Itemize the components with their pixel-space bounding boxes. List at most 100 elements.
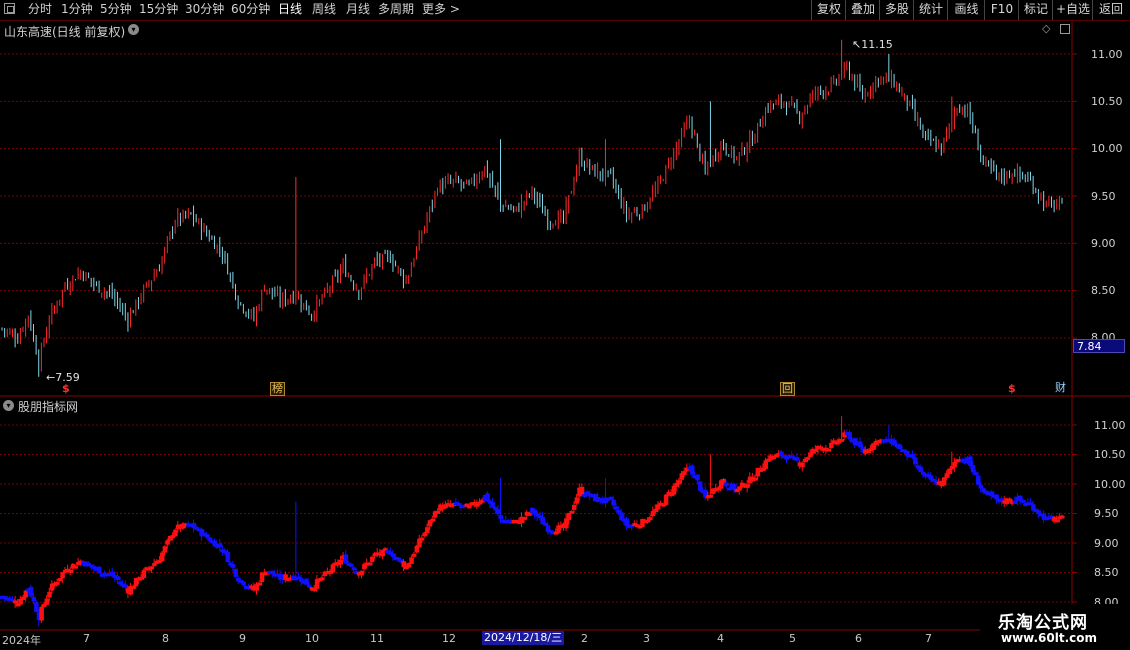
sub-candle-body xyxy=(28,586,34,597)
sub-candle-body xyxy=(543,522,548,526)
sub-candle-body xyxy=(204,534,210,538)
sub-candle-body xyxy=(230,563,236,568)
x-label: 9 xyxy=(239,632,246,645)
crosshair-date-label: 2024/12/18/三 xyxy=(482,631,565,645)
sub-candle-body xyxy=(367,562,372,566)
sub-candle-body xyxy=(847,432,852,440)
sub-candle-body xyxy=(306,584,312,588)
x-label: 7 xyxy=(83,632,90,645)
sub-panel-dropdown-icon[interactable]: ▾ xyxy=(3,400,14,411)
sub-candle-body xyxy=(409,557,414,564)
sub-candle-body xyxy=(800,462,805,468)
main-y-label: 8.50 xyxy=(1091,284,1116,297)
x-label: 2024年 xyxy=(2,634,41,647)
sub-candle-body xyxy=(369,556,375,562)
sub-candle-body xyxy=(613,506,619,510)
sub-candle-body xyxy=(257,582,262,586)
sub-candle-body xyxy=(39,606,44,621)
sub-candle-body xyxy=(141,570,147,578)
sub-candle-body xyxy=(149,566,155,570)
sub-candle-body xyxy=(348,563,354,567)
sub-candle-body xyxy=(1060,515,1065,519)
sub-candle-body xyxy=(34,602,39,612)
sub-candle-body xyxy=(467,505,472,509)
sub-candle-body xyxy=(1020,499,1026,503)
main-y-label: 9.50 xyxy=(1091,190,1116,203)
sub-candle-body xyxy=(690,465,695,475)
sub-candle-body xyxy=(579,486,585,495)
x-label: 10 xyxy=(305,632,319,645)
sub-candle-body xyxy=(1054,519,1060,523)
current-price-tag: 7.84 xyxy=(1073,339,1125,353)
sub-candle-body xyxy=(826,448,831,452)
event-marker-dividend[interactable]: $ xyxy=(1008,383,1016,395)
sub-candle-body xyxy=(522,516,527,520)
sub-candle-body xyxy=(857,441,863,448)
sub-candle-body xyxy=(68,569,73,573)
sub-y-label: 10.00 xyxy=(1094,478,1126,491)
sub-candle-body xyxy=(952,462,957,468)
sub-candle-body xyxy=(162,546,168,553)
watermark-url: www.60lt.com xyxy=(1001,631,1098,645)
sub-candle-body xyxy=(425,527,430,533)
sub-candle-body xyxy=(490,502,496,508)
event-marker-finance[interactable]: 财 xyxy=(1055,382,1066,394)
watermark-name: 乐淘公式网 xyxy=(998,613,1088,633)
sub-candle-body xyxy=(970,465,976,473)
sub-candle-body xyxy=(795,457,800,461)
main-y-label: 10.50 xyxy=(1091,95,1123,108)
sub-candle-body xyxy=(225,552,231,563)
sub-candle-body xyxy=(724,482,729,487)
sub-candle-body xyxy=(671,485,677,495)
main-y-label: 10.00 xyxy=(1091,142,1123,155)
x-label: 2 xyxy=(581,632,588,645)
sub-panel-title: 股朋指标网 xyxy=(18,400,79,414)
sub-candle-body xyxy=(359,570,364,576)
sub-candle-body xyxy=(676,480,682,485)
sub-candle-body xyxy=(1012,500,1018,504)
sub-candle-body xyxy=(968,456,973,466)
event-marker-dividend[interactable]: $ xyxy=(62,383,70,395)
sub-candle-body xyxy=(97,566,102,574)
sub-candle-body xyxy=(571,505,577,510)
sub-candle-body xyxy=(697,481,703,491)
sub-candle-body xyxy=(73,565,78,569)
sub-candle-body xyxy=(918,466,923,472)
sub-candle-body xyxy=(422,532,427,537)
sub-candle-body xyxy=(123,584,128,588)
x-label: 5 xyxy=(789,632,796,645)
sub-candle-body xyxy=(44,598,50,605)
sub-candle-body xyxy=(978,484,984,489)
sub-candle-body xyxy=(320,577,325,581)
sub-candle-body xyxy=(435,510,441,514)
sub-candle-body xyxy=(351,567,357,571)
sub-candle-body xyxy=(910,454,915,458)
sub-candle-body xyxy=(55,581,60,585)
sub-candle-body xyxy=(31,596,36,602)
sub-y-label: 8.50 xyxy=(1094,566,1119,579)
kline-chart-area[interactable] xyxy=(0,0,1130,650)
sub-candle-body xyxy=(839,438,845,442)
sub-candle-body xyxy=(57,578,63,582)
sub-candle-body xyxy=(131,586,136,590)
sub-candle-body xyxy=(695,474,700,481)
event-marker-buyback[interactable]: 回 xyxy=(780,382,795,396)
sub-candle-body xyxy=(13,600,18,604)
sub-candle-body xyxy=(753,477,758,481)
event-marker-rank[interactable]: 榜 xyxy=(270,382,285,396)
sub-candle-body xyxy=(897,444,902,449)
main-y-label: 11.00 xyxy=(1091,48,1123,61)
sub-candle-body xyxy=(304,578,309,585)
sub-candle-body xyxy=(47,591,52,598)
sub-candle-body xyxy=(663,494,669,506)
sub-candle-body xyxy=(566,512,572,521)
sub-candle-body xyxy=(411,553,417,557)
sub-candle-body xyxy=(343,554,349,564)
sub-candle-body xyxy=(608,496,614,500)
sub-candle-body xyxy=(913,457,918,465)
sub-candle-body xyxy=(60,572,65,579)
sub-candle-body xyxy=(23,590,29,598)
sub-candle-body xyxy=(947,468,952,475)
sub-candle-body xyxy=(976,475,981,485)
sub-candle-body xyxy=(973,472,978,476)
